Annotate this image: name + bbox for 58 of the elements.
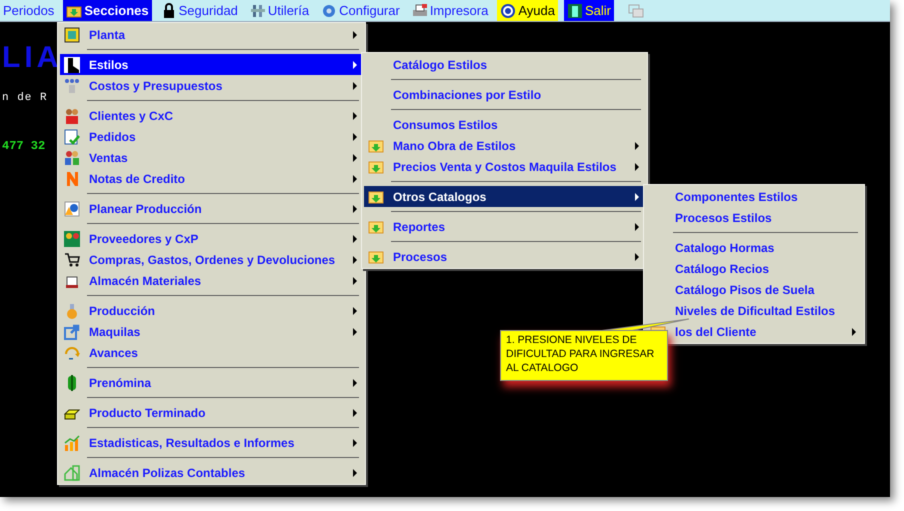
menu-item[interactable]: Compras, Gastos, Ordenes y Devoluciones	[60, 249, 361, 270]
menu-item[interactable]: Almacén Materiales	[60, 270, 361, 291]
arrow-box-icon	[64, 324, 80, 340]
checklist-icon	[64, 128, 80, 144]
printer-icon	[412, 2, 428, 18]
menu-item[interactable]: Combinaciones por Estilo	[364, 84, 643, 105]
menu-bar-item[interactable]: Periodos	[0, 0, 58, 21]
menu-item[interactable]: Catálogo Estilos	[364, 54, 643, 75]
menu-bar-item[interactable]: Seguridad	[158, 0, 241, 21]
curved-arrow-icon	[64, 344, 80, 360]
menu-item[interactable]: Planear Producción	[60, 198, 361, 219]
menu-item[interactable]: Avances	[60, 342, 361, 363]
menu-bar-item[interactable]: Utilería	[246, 0, 312, 21]
menu-item[interactable]: Catálogo Recios	[646, 258, 860, 279]
boot-icon	[64, 56, 80, 72]
menu-item[interactable]: Otros Catalogos	[364, 186, 643, 207]
menu-item[interactable]: Prenómina	[60, 372, 361, 393]
menu-item[interactable]: Costos y Presupuestos	[60, 75, 361, 96]
menu-item[interactable]: Ventas	[60, 147, 361, 168]
puzzle-icon	[64, 26, 80, 42]
menu-item[interactable]: Producción	[60, 300, 361, 321]
menu-item[interactable]: Niveles de Dificultad Estilos	[646, 300, 860, 321]
phone-text: 477 32	[2, 138, 46, 154]
menu-item[interactable]: Notas de Credito	[60, 168, 361, 189]
menu-item[interactable]: Procesos Estilos	[646, 207, 860, 228]
menu-item[interactable]: Estadisticas, Resultados e Informes	[60, 432, 361, 453]
house-icon	[64, 464, 80, 480]
menu-bar-item[interactable]: Salir	[564, 0, 614, 21]
menu-bar-item[interactable]: Configurar	[318, 0, 403, 21]
menu-bar-item[interactable]: Impresora	[408, 0, 492, 21]
help-icon	[500, 2, 516, 18]
shapes-icon	[64, 200, 80, 216]
menu-bar-item[interactable]: Ayuda	[497, 0, 558, 21]
menu-item[interactable]: Componentes Estilos	[646, 186, 860, 207]
bar-chart-icon	[64, 434, 80, 450]
menu-item[interactable]: Reportes	[364, 216, 643, 237]
subtitle-text: n de R	[2, 91, 48, 106]
dots-icon	[64, 78, 80, 94]
menu-item[interactable]: Planta	[60, 24, 361, 45]
menu-item[interactable]: Catálogo Pisos de Suela	[646, 279, 860, 300]
menu-item[interactable]: Producto Terminado	[60, 402, 361, 423]
menu-item[interactable]: Precios Venta y Costos Maquila Estilos	[364, 156, 643, 177]
menu-item[interactable]: Consumos Estilos	[364, 114, 643, 135]
menu-bar-item[interactable]: Secciones	[63, 0, 152, 21]
menu-item[interactable]: Pedidos	[60, 126, 361, 147]
menu-item[interactable]: Almacén Polizas Contables	[60, 462, 361, 483]
flask-icon	[64, 302, 80, 318]
menu-item[interactable]: Clientes y CxC	[60, 105, 361, 126]
windows-icon[interactable]	[628, 4, 644, 18]
menu-item[interactable]: Procesos	[364, 246, 643, 267]
menu-item[interactable]: Proveedores y CxP	[60, 228, 361, 249]
banner-text: LIA	[2, 40, 62, 76]
menu-item[interactable]: Mano Obra de Estilos	[364, 135, 643, 156]
cart-icon	[64, 252, 80, 268]
menu-item[interactable]: Estilos	[60, 54, 361, 75]
menu-item[interactable]: Catalogo Hormas	[646, 237, 860, 258]
menu-item[interactable]: Maquilas	[60, 321, 361, 342]
exit-door-icon	[566, 2, 583, 18]
